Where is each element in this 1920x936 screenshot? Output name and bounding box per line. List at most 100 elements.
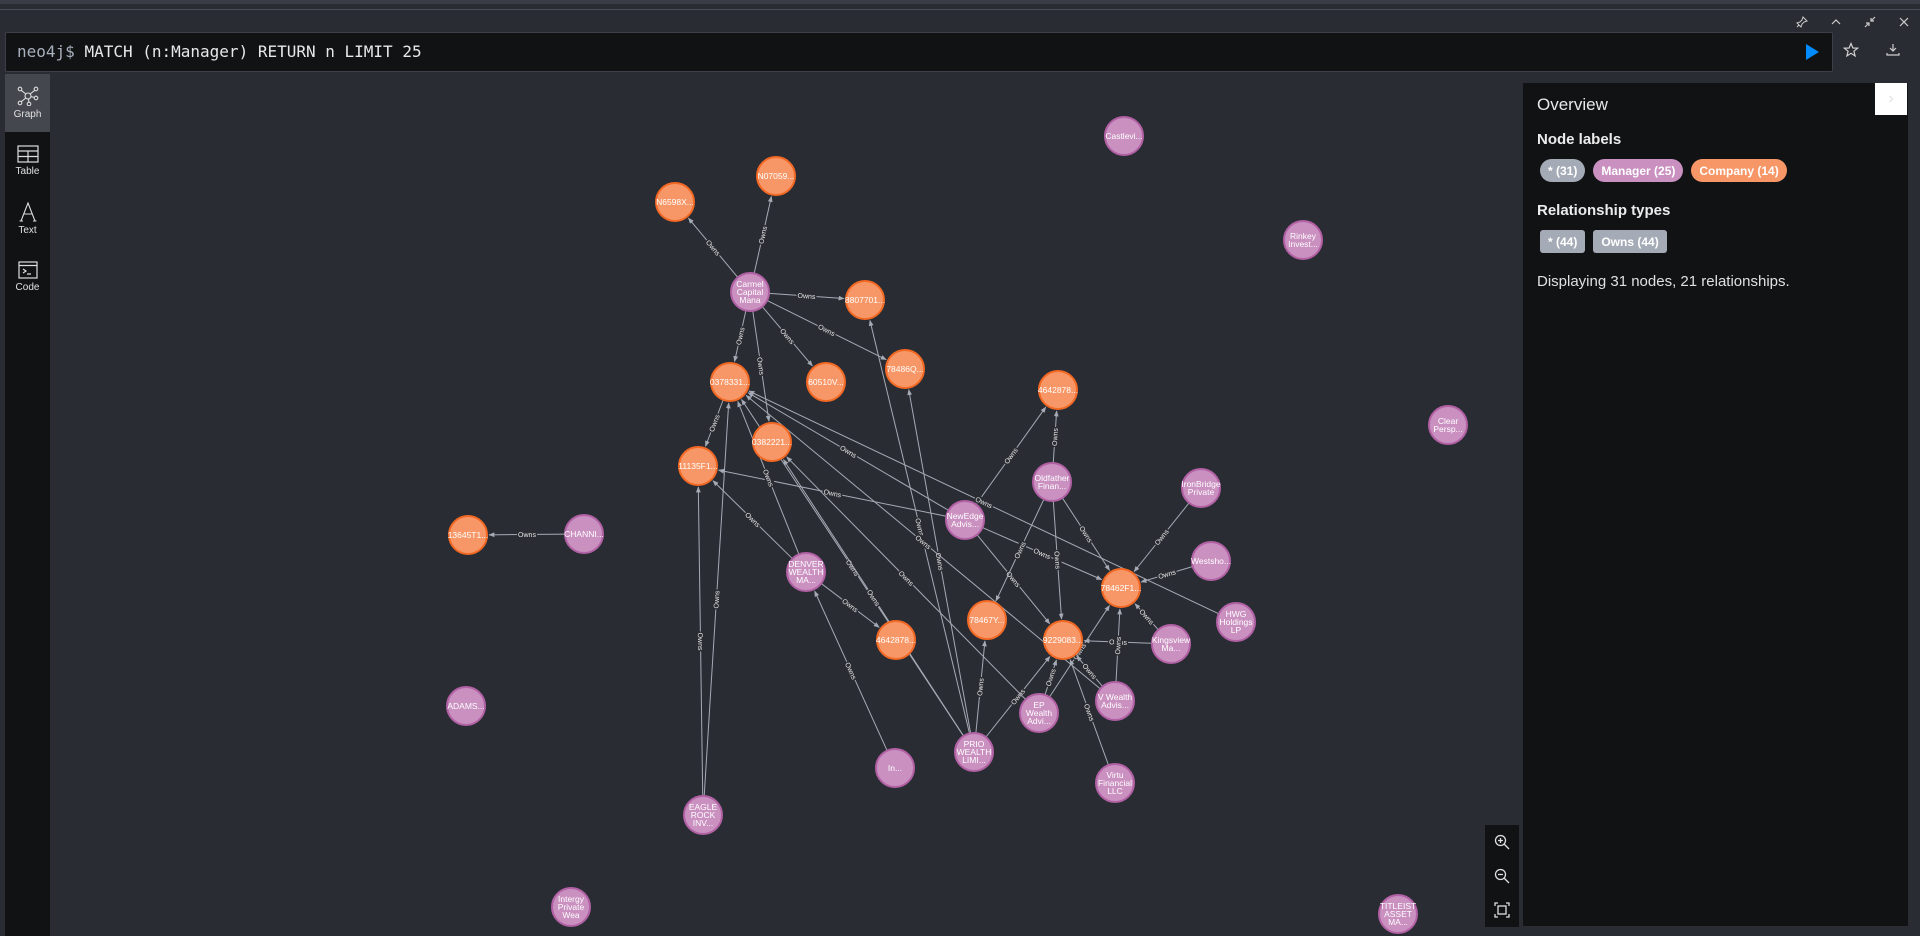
relationship-owns[interactable]: Owns xyxy=(705,399,724,447)
node-circle[interactable] xyxy=(1101,568,1141,608)
node-circle[interactable] xyxy=(1191,541,1231,581)
relationship-owns[interactable]: Owns xyxy=(712,480,793,560)
node-circle[interactable] xyxy=(446,686,486,726)
manager-node[interactable]: PRIOWEALTHLIMI... xyxy=(954,732,994,772)
node-circle[interactable] xyxy=(954,732,994,772)
query-text[interactable]: neo4j$ MATCH (n:Manager) RETURN n LIMIT … xyxy=(17,42,422,61)
relationship-owns[interactable]: Owns xyxy=(488,530,566,539)
node-circle[interactable] xyxy=(1216,602,1256,642)
node-circle[interactable] xyxy=(1043,620,1083,660)
relationship-owns[interactable]: Owns xyxy=(761,306,813,367)
relationship-owns[interactable]: Owns xyxy=(696,486,705,797)
relationship-owns[interactable]: Owns xyxy=(1113,608,1123,683)
node-circle[interactable] xyxy=(1181,468,1221,508)
manager-node[interactable]: V WealthAdvis... xyxy=(1095,681,1135,721)
node-circle[interactable] xyxy=(752,422,792,462)
node-circle[interactable] xyxy=(1283,220,1323,260)
company-node[interactable]: 78462F1... xyxy=(1101,568,1142,608)
node-circle[interactable] xyxy=(786,552,826,592)
favorite-button[interactable] xyxy=(1842,41,1863,62)
manager-node[interactable]: Westsho... xyxy=(1191,541,1231,581)
company-node[interactable]: 78467Y... xyxy=(967,600,1007,640)
node-label-chip-manager[interactable]: Manager (25) xyxy=(1593,159,1684,182)
manager-node[interactable]: IntergyPrivateWea xyxy=(551,887,591,927)
rel-type-chip-owns[interactable]: Owns (44) xyxy=(1593,230,1667,253)
manager-node[interactable]: DENVERWEALTHMA... xyxy=(786,552,826,592)
node-circle[interactable] xyxy=(875,748,915,788)
node-circle[interactable] xyxy=(1095,681,1135,721)
company-node[interactable]: N6598X... xyxy=(655,182,695,222)
manager-node[interactable]: ClearPersp... xyxy=(1428,405,1468,445)
node-circle[interactable] xyxy=(448,515,488,555)
manager-node[interactable]: In... xyxy=(875,748,915,788)
sidebar-item-graph[interactable]: Graph xyxy=(5,74,50,132)
node-circle[interactable] xyxy=(1019,693,1059,733)
node-circle[interactable] xyxy=(730,272,770,312)
manager-node[interactable]: EAGLEROCKINV... xyxy=(683,795,723,835)
manager-node[interactable]: EPWealthAdvi... xyxy=(1019,693,1059,733)
company-node[interactable]: 8807701... xyxy=(845,280,885,320)
company-node[interactable]: 4642878... xyxy=(1038,370,1078,410)
company-node[interactable]: 13645T1... xyxy=(448,515,489,555)
node-circle[interactable] xyxy=(710,362,750,402)
node-circle[interactable] xyxy=(845,280,885,320)
rel-type-chip-all[interactable]: * (44) xyxy=(1540,230,1586,253)
sidebar-item-table[interactable]: Table xyxy=(5,132,50,190)
collapse-icon[interactable] xyxy=(1862,14,1878,30)
relationship-owns[interactable]: Owns xyxy=(1140,565,1193,583)
zoom-out-button[interactable] xyxy=(1492,866,1512,886)
fit-to-screen-button[interactable] xyxy=(1492,900,1512,920)
run-button[interactable] xyxy=(1804,43,1822,61)
relationship-owns[interactable]: Owns xyxy=(1134,603,1159,631)
node-circle[interactable] xyxy=(876,620,916,660)
query-editor[interactable]: neo4j$ MATCH (n:Manager) RETURN n LIMIT … xyxy=(5,32,1833,72)
company-node[interactable]: 0382221... xyxy=(752,422,792,462)
relationship-owns[interactable]: Owns xyxy=(768,291,845,301)
close-icon[interactable] xyxy=(1896,14,1912,30)
company-node[interactable]: 11135F1... xyxy=(678,446,718,486)
relationship-owns[interactable]: Owns xyxy=(1050,410,1060,464)
company-node[interactable]: 78486Q... xyxy=(885,349,925,389)
relationship-owns[interactable]: Owns xyxy=(717,468,947,517)
node-circle[interactable] xyxy=(678,446,718,486)
node-circle[interactable] xyxy=(1378,894,1418,934)
company-node[interactable]: 0378331... xyxy=(710,362,750,402)
manager-node[interactable]: VirtuFinancialLLC xyxy=(1095,763,1135,803)
relationship-owns[interactable]: Owns xyxy=(753,195,773,274)
relationship-owns[interactable]: Owns xyxy=(688,217,739,278)
company-node[interactable]: 60510V... xyxy=(806,362,846,402)
sidebar-item-code[interactable]: Code xyxy=(5,248,50,306)
graph-visualization[interactable]: OwnsOwnsOwnsOwnsOwnsOwnsOwnsOwnsOwnsOwns… xyxy=(50,74,1520,936)
manager-node[interactable]: CHANNI... xyxy=(564,514,604,554)
query-input[interactable]: MATCH (n:Manager) RETURN n LIMIT 25 xyxy=(84,42,421,61)
node-circle[interactable] xyxy=(564,514,604,554)
node-circle[interactable] xyxy=(1428,405,1468,445)
company-node[interactable]: N07059... xyxy=(756,156,796,196)
node-circle[interactable] xyxy=(885,349,925,389)
manager-node[interactable]: IronBridgePrivate xyxy=(1181,468,1221,508)
manager-node[interactable]: Castlevi... xyxy=(1104,116,1144,156)
relationship-owns[interactable]: Owns xyxy=(814,590,888,751)
manager-node[interactable]: KingsviewMa... xyxy=(1151,624,1191,664)
node-circle[interactable] xyxy=(806,362,846,402)
node-circle[interactable] xyxy=(967,600,1007,640)
node-circle[interactable] xyxy=(1151,624,1191,664)
manager-node[interactable]: RinkeyInvest... xyxy=(1283,220,1323,260)
company-node[interactable]: 4642878... xyxy=(876,620,916,660)
node-circle[interactable] xyxy=(1038,370,1078,410)
node-label-chip-all[interactable]: * (31) xyxy=(1540,159,1586,182)
chevron-up-icon[interactable] xyxy=(1828,14,1844,30)
node-label-chip-company[interactable]: Company (14) xyxy=(1691,159,1787,182)
node-circle[interactable] xyxy=(551,887,591,927)
relationship-owns[interactable]: Owns xyxy=(1133,502,1190,573)
node-circle[interactable] xyxy=(756,156,796,196)
relationship-owns[interactable]: Owns xyxy=(752,310,771,422)
relationship-owns[interactable]: Owns xyxy=(733,310,747,363)
pin-icon[interactable] xyxy=(1794,14,1810,30)
collapse-panel-button[interactable]: › xyxy=(1875,83,1907,115)
manager-node[interactable]: CarmelCapitalMana xyxy=(730,272,770,312)
manager-node[interactable]: HWGHoldingsLP xyxy=(1216,602,1256,642)
node-circle[interactable] xyxy=(1095,763,1135,803)
relationship-owns[interactable]: Owns xyxy=(975,640,987,734)
manager-node[interactable]: OldfatherFinan... xyxy=(1032,462,1072,502)
